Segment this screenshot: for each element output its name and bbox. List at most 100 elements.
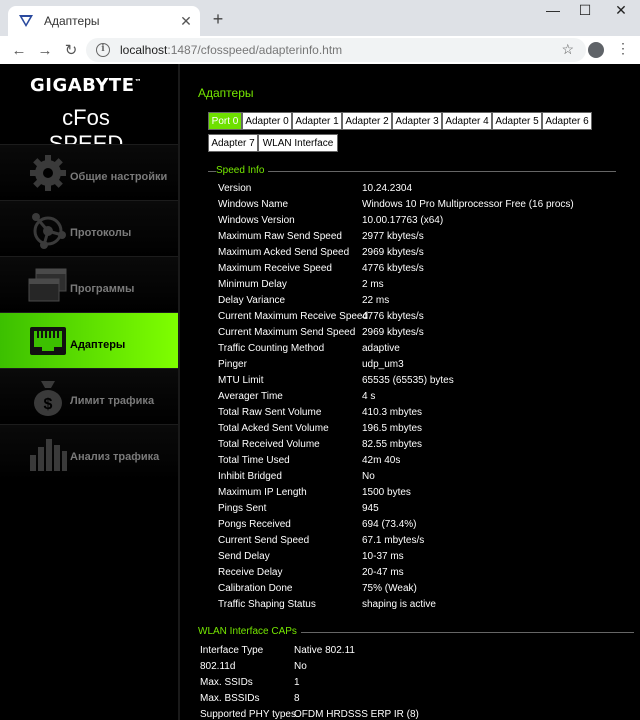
table-row: Max. SSIDs 1: [200, 675, 640, 691]
maximize-button[interactable]: ☐: [570, 2, 600, 19]
sidebar-item-adapters[interactable]: Адаптеры: [0, 312, 178, 368]
row-key: Maximum Receive Speed: [218, 263, 332, 274]
tab-adapter-4[interactable]: Adapter 4: [442, 112, 492, 130]
table-row: Supported PHY types OFDM HRDSSS ERP IR (8…: [200, 707, 640, 720]
row-value: Native 802.11: [294, 645, 355, 656]
back-button[interactable]: ←: [6, 42, 32, 59]
row-value: 4776 kbytes/s: [362, 311, 424, 322]
address-bar[interactable]: i localhost:1487/cfosspeed/adapterinfo.h…: [86, 38, 586, 62]
row-key: Current Maximum Send Speed: [218, 327, 356, 338]
table-row: Receive Delay 20-47 ms: [218, 565, 640, 581]
row-key: Current Maximum Receive Speed: [218, 311, 369, 322]
table-row: Pongs Received 694 (73.4%): [218, 517, 640, 533]
row-value: 8: [294, 693, 300, 704]
row-key: Calibration Done: [218, 583, 293, 594]
table-row: Total Time Used 42m 40s: [218, 453, 640, 469]
sidebar-item-general[interactable]: Общие настройки: [0, 144, 178, 200]
tab-adapter-6[interactable]: Adapter 6: [542, 112, 592, 130]
row-value: 20-47 ms: [362, 567, 404, 578]
sidebar-item-label: Программы: [70, 283, 135, 295]
network-icon: [32, 213, 66, 249]
table-row: Minimum Delay 2 ms: [218, 277, 640, 293]
table-row: Total Received Volume 82.55 mbytes: [218, 437, 640, 453]
sidebar-item-programs[interactable]: Программы: [0, 256, 178, 312]
row-key: Max. SSIDs: [200, 677, 253, 688]
sidebar-item-protocols[interactable]: Протоколы: [0, 200, 178, 256]
browser-tab[interactable]: Адаптеры ✕: [8, 6, 200, 36]
row-value: 82.55 mbytes: [362, 439, 423, 450]
row-value: 65535 (65535) bytes: [362, 375, 454, 386]
row-value: 945: [362, 503, 379, 514]
row-key: Traffic Shaping Status: [218, 599, 316, 610]
table-row: Maximum IP Length 1500 bytes: [218, 485, 640, 501]
page-title: Адаптеры: [198, 86, 254, 100]
tab-adapter-2[interactable]: Adapter 2: [342, 112, 392, 130]
row-value: 67.1 mbytes/s: [362, 535, 425, 546]
tab-port-0[interactable]: Port 0: [208, 112, 242, 130]
row-value: 22 ms: [362, 295, 390, 306]
row-key: Current Send Speed: [218, 535, 310, 546]
row-key: Supported PHY types: [200, 709, 296, 720]
table-row: MTU Limit 65535 (65535) bytes: [218, 373, 640, 389]
row-key: 802.11d: [200, 661, 236, 672]
table-row: Maximum Acked Send Speed 2969 kbytes/s: [218, 245, 640, 261]
row-value: udp_um3: [362, 359, 404, 370]
tab-adapter-1[interactable]: Adapter 1: [292, 112, 342, 130]
bookmark-star-icon[interactable]: ☆: [561, 41, 574, 58]
row-key: Traffic Counting Method: [218, 343, 325, 354]
forward-button[interactable]: →: [32, 42, 58, 59]
table-row: Current Send Speed 67.1 mbytes/s: [218, 533, 640, 549]
sidebar-item-label: Протоколы: [70, 227, 132, 239]
table-row: Current Maximum Receive Speed 4776 kbytes…: [218, 309, 640, 325]
new-tab-button[interactable]: +: [208, 9, 228, 30]
speed-info-section: Speed Info: [180, 165, 640, 179]
wlan-caps-section: WLAN Interface CAPs: [180, 626, 640, 640]
tab-adapter-0[interactable]: Adapter 0: [242, 112, 292, 130]
sidebar-item-label: Адаптеры: [70, 339, 126, 351]
tab-adapter-7[interactable]: Adapter 7: [208, 134, 258, 152]
row-value: 4776 kbytes/s: [362, 263, 424, 274]
row-value: 410.3 mbytes: [362, 407, 423, 418]
table-row: Total Raw Sent Volume 410.3 mbytes: [218, 405, 640, 421]
tab-adapter-3[interactable]: Adapter 3: [392, 112, 442, 130]
row-key: Interface Type: [200, 645, 264, 656]
minimize-button[interactable]: —: [538, 2, 568, 18]
row-key: Total Received Volume: [218, 439, 320, 450]
row-value: No: [362, 471, 375, 482]
close-window-button[interactable]: ✕: [606, 2, 636, 19]
row-key: Pinger: [218, 359, 247, 370]
tab-strip: Адаптеры ✕ + — ☐ ✕: [0, 0, 640, 36]
windows-icon: [28, 268, 67, 302]
row-key: Minimum Delay: [218, 279, 287, 290]
row-key: Delay Variance: [218, 295, 286, 306]
cfos-app: GIGABYTE™ cFos SPEED Общие настройки: [0, 64, 640, 720]
table-row: Pings Sent 945: [218, 501, 640, 517]
reload-button[interactable]: ↻: [58, 41, 84, 59]
account-avatar-icon[interactable]: [588, 42, 604, 58]
tab-close-icon[interactable]: ✕: [176, 13, 196, 30]
row-value: 2969 kbytes/s: [362, 247, 424, 258]
table-row: Current Maximum Send Speed 2969 kbytes/s: [218, 325, 640, 341]
row-value: 2 ms: [362, 279, 384, 290]
row-key: Total Raw Sent Volume: [218, 407, 322, 418]
tab-wlan-interface-0[interactable]: WLAN Interface 0: [258, 134, 338, 166]
table-row: Windows Version 10.00.17763 (x64): [218, 213, 640, 229]
svg-text:$: $: [44, 396, 53, 413]
url-path: :1487/cfosspeed/adapterinfo.htm: [167, 43, 343, 57]
table-row: Delay Variance 22 ms: [218, 293, 640, 309]
sidebar-item-traffic-limit[interactable]: $ Лимит трафика: [0, 368, 178, 424]
brand-logo: GIGABYTE™: [29, 75, 143, 96]
browser-menu-icon[interactable]: ⋮: [616, 40, 630, 57]
row-value: 1500 bytes: [362, 487, 411, 498]
section-title: Speed Info: [216, 165, 269, 176]
section-rule: [208, 171, 616, 172]
row-value: 10.00.17763 (x64): [362, 215, 444, 226]
table-row: Maximum Raw Send Speed 2977 kbytes/s: [218, 229, 640, 245]
tab-title: Адаптеры: [44, 14, 100, 28]
table-row: Windows Name Windows 10 Pro Multiprocesso…: [218, 197, 640, 213]
row-key: Inhibit Bridged: [218, 471, 282, 482]
table-row: Maximum Receive Speed 4776 kbytes/s: [218, 261, 640, 277]
sidebar-item-traffic-analysis[interactable]: Анализ трафика: [0, 424, 178, 480]
tab-adapter-5[interactable]: Adapter 5: [492, 112, 542, 130]
site-info-icon[interactable]: i: [96, 43, 110, 57]
